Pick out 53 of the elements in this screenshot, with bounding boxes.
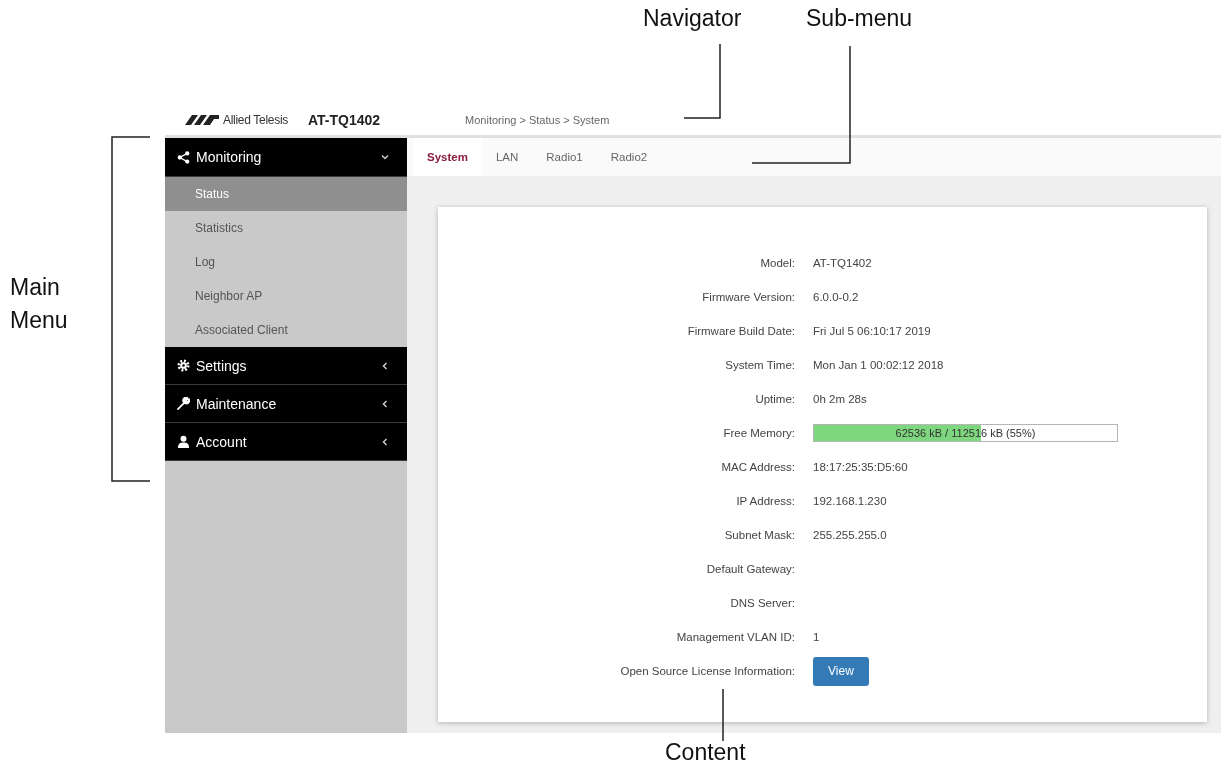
field-value: 192.168.1.230 <box>813 495 888 507</box>
menu-item[interactable]: Neighbor AP <box>165 279 407 313</box>
field-label: MAC Address: <box>720 461 795 473</box>
field-value: 6.0.0-0.2 <box>813 291 860 303</box>
field-label: Free Memory: <box>722 427 795 439</box>
menu-item[interactable]: Associated Client <box>165 313 407 347</box>
callout-label: Main Menu <box>10 273 69 335</box>
menu-header[interactable]: Account <box>165 423 407 461</box>
field-label: System Time: <box>724 359 795 371</box>
chevron-left-icon <box>381 399 389 408</box>
menu-header[interactable]: Settings <box>165 347 407 385</box>
field-label: Model: <box>759 257 795 269</box>
callout-label: Content <box>665 738 746 767</box>
person-icon <box>177 435 190 448</box>
tab[interactable]: System <box>413 138 482 176</box>
field-label: Open Source License Information: <box>619 665 795 677</box>
field-value: 18:17:25:35:D5:60 <box>813 461 909 473</box>
menu-header[interactable]: Maintenance <box>165 385 407 423</box>
tab[interactable]: Radio1 <box>532 138 597 176</box>
chevron-left-icon <box>381 437 389 446</box>
field-label: Firmware Version: <box>701 291 795 303</box>
field-label: Subnet Mask: <box>723 529 795 541</box>
chevron-left-icon <box>381 361 389 370</box>
callout-label: Sub-menu <box>806 4 913 33</box>
field-value: 255.255.255.0 <box>813 529 888 541</box>
breadcrumb: Monitoring > Status > System <box>465 114 610 126</box>
field-label: Uptime: <box>754 393 795 405</box>
tab[interactable]: LAN <box>481 138 533 176</box>
wrench-icon <box>177 397 190 410</box>
callout-label: Navigator <box>643 4 742 33</box>
chevron-down-icon <box>381 153 389 161</box>
menu-header[interactable]: Monitoring <box>165 138 407 177</box>
logo-icon <box>185 115 219 125</box>
field-label: Management VLAN ID: <box>675 631 795 643</box>
menu-item[interactable]: Status <box>165 177 407 211</box>
field-label: Default Gateway: <box>705 563 795 575</box>
menu-item[interactable]: Log <box>165 245 407 279</box>
field-value: Fri Jul 5 06:10:17 2019 <box>813 325 932 337</box>
brand-name: Allied Telesis <box>223 113 288 127</box>
menu-item[interactable]: Statistics <box>165 211 407 245</box>
field-value: Mon Jan 1 00:02:12 2018 <box>813 359 945 371</box>
field-value: 0h 2m 28s <box>813 393 868 405</box>
field-value: 1 <box>813 631 821 643</box>
callout-line <box>722 688 724 742</box>
field-value: AT-TQ1402 <box>813 257 873 269</box>
device-model: AT-TQ1402 <box>307 112 381 128</box>
field-label: DNS Server: <box>729 597 795 609</box>
field-label: IP Address: <box>735 495 795 507</box>
gear-icon <box>177 359 190 372</box>
tab[interactable]: Radio2 <box>596 138 662 176</box>
field-label: Firmware Build Date: <box>686 325 795 337</box>
view-button[interactable]: View <box>813 656 869 686</box>
share-icon <box>177 150 190 164</box>
